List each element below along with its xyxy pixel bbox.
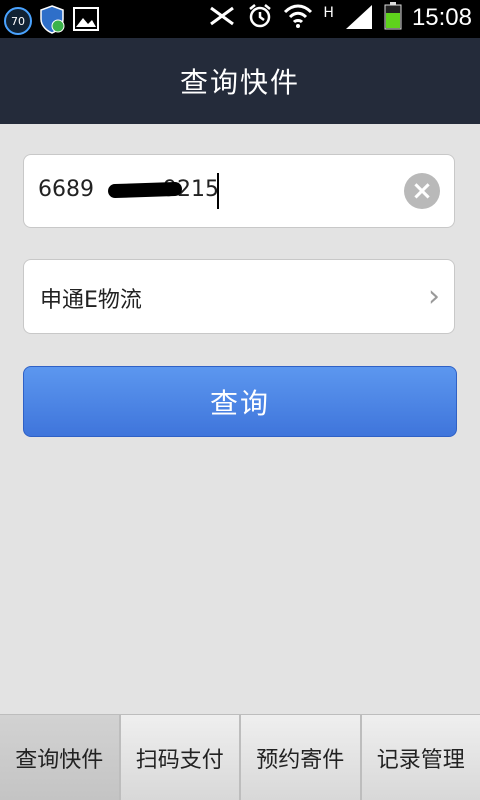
network-type-indicator: H <box>323 5 334 21</box>
text-cursor <box>217 173 219 209</box>
status-bar-right: H 15:08 <box>207 2 472 34</box>
image-icon <box>72 6 100 36</box>
tab-scan-pay[interactable]: 扫码支付 <box>118 714 239 800</box>
tab-records[interactable]: 记录管理 <box>359 714 480 800</box>
bottom-tab-bar: 查询快件 扫码支付 预约寄件 记录管理 <box>0 714 480 800</box>
notification-count-badge: 70 <box>4 7 32 35</box>
courier-label: 申通E物流 <box>40 288 142 313</box>
signal-icon <box>344 3 374 33</box>
page-title: 查询快件 <box>179 66 300 99</box>
redaction-mark <box>107 181 183 199</box>
tab-query-package[interactable]: 查询快件 <box>0 714 119 800</box>
status-bar: 70 H 15:08 <box>0 0 480 38</box>
wifi-icon <box>283 3 313 33</box>
status-bar-left: 70 <box>4 4 100 38</box>
status-time: 15:08 <box>411 4 472 31</box>
shield-icon <box>38 4 66 38</box>
chevron-right-icon: › <box>428 279 440 314</box>
courier-select[interactable]: 申通E物流 › <box>23 259 455 334</box>
alarm-icon <box>247 3 273 33</box>
vibrate-icon <box>207 4 237 32</box>
tab-schedule-pickup[interactable]: 预约寄件 <box>239 714 360 800</box>
battery-icon <box>384 2 402 34</box>
title-bar: 查询快件 <box>0 38 480 124</box>
tracking-number-prefix: 6689 <box>38 177 94 202</box>
clear-icon[interactable]: × <box>404 173 440 209</box>
query-button[interactable]: 查询 <box>23 366 457 437</box>
tracking-number-field[interactable]: 6689 9215 × <box>23 154 455 228</box>
